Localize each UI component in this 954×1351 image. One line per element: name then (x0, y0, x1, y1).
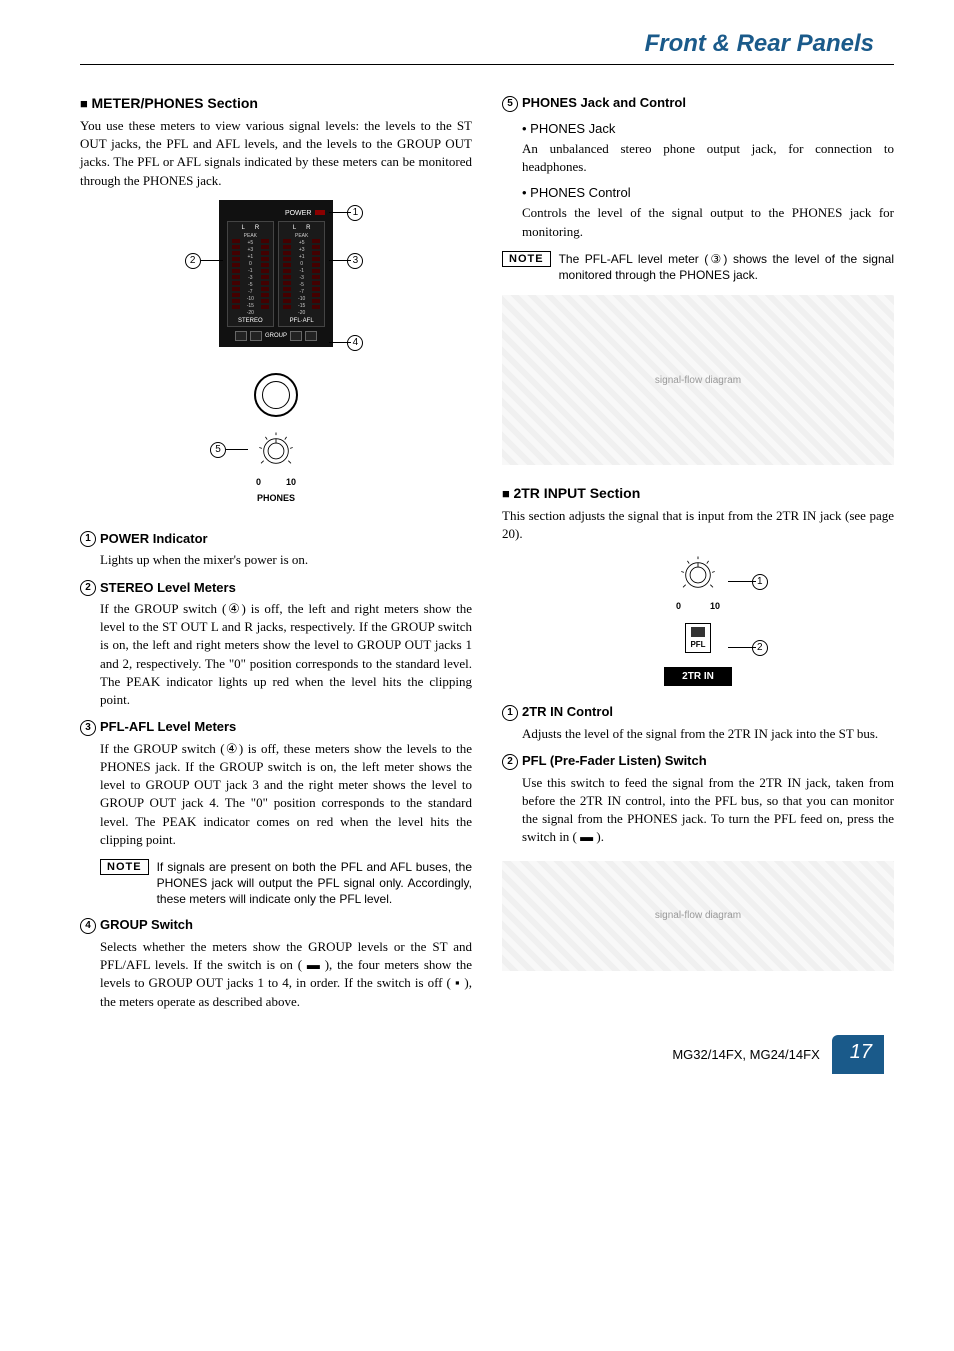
phones-control-subhead: • PHONES Control (522, 184, 894, 202)
phones-block-diagram: signal-flow diagram (502, 295, 894, 465)
item-4-head: 4GROUP Switch (80, 917, 472, 934)
pflafl-meter-block: L R PEAK +5 +3 +1 (278, 221, 325, 327)
item-5-head: 5PHONES Jack and Control (502, 95, 894, 112)
twotr-item-2-body: Use this switch to feed the signal from … (522, 774, 894, 847)
power-label: POWER (285, 210, 311, 217)
phones-label: PHONES (254, 493, 298, 503)
item-1-head: 1POWER Indicator (80, 531, 472, 548)
phones-control-body: Controls the level of the signal output … (522, 204, 894, 240)
pflafl-r: R (306, 225, 310, 231)
item-2-head: 2STEREO Level Meters (80, 580, 472, 597)
stereo-l: L (241, 225, 244, 231)
page-number: 17 (832, 1035, 884, 1074)
item-3-head: 3PFL-AFL Level Meters (80, 719, 472, 736)
note-2-label: NOTE (502, 251, 551, 267)
pfl-label: PFL (690, 640, 705, 649)
pfl-button-icon (691, 627, 705, 637)
twotr-bar-label: 2TR IN (664, 667, 732, 686)
twotr-item-1-body: Adjusts the level of the signal from the… (522, 725, 894, 743)
item-2-body: If the GROUP switch (④) is off, the left… (100, 600, 472, 709)
twotr-item-1-head: 12TR IN Control (502, 704, 894, 721)
twotr-item-2-head: 2PFL (Pre-Fader Listen) Switch (502, 753, 894, 770)
note-2-text: The PFL-AFL level meter (③) shows the le… (559, 251, 894, 283)
item-1-body: Lights up when the mixer's power is on. (100, 551, 472, 569)
note-1-text: If signals are present on both the PFL a… (157, 859, 472, 908)
stereo-sub-label: STEREO (232, 318, 269, 324)
group-switch-off-icon (235, 331, 247, 341)
meter-panel-figure: POWER L R (219, 200, 334, 347)
meter-phones-intro: You use these meters to view various sig… (80, 117, 472, 190)
twotr-panel-figure: 0 10 PFL 2TR IN (664, 553, 732, 686)
item-3-body: If the GROUP switch (④) is off, these me… (100, 740, 472, 849)
twotr-block-diagram: signal-flow diagram (502, 861, 894, 971)
power-led-icon (315, 210, 325, 215)
item-4-body: Selects whether the meters show the GROU… (100, 938, 472, 1011)
knob-max: 10 (286, 477, 296, 487)
group-switch-icon-2 (290, 331, 302, 341)
footer-model: MG32/14FX, MG24/14FX (672, 1047, 819, 1062)
meter-phones-heading: METER/PHONES Section (80, 95, 472, 111)
group-switch-icon-3 (305, 331, 317, 341)
twotr-heading: 2TR INPUT Section (502, 485, 894, 501)
twotr-knob-max: 10 (710, 601, 720, 611)
group-label: GROUP (265, 333, 287, 339)
phones-jack-subhead: • PHONES Jack (522, 120, 894, 138)
pflafl-l: L (293, 225, 296, 231)
phones-knob-icon (254, 429, 298, 473)
knob-min: 0 (256, 477, 261, 487)
twotr-knob-icon (676, 553, 720, 597)
stereo-meter-block: L R PEAK +5 +3 +1 (227, 221, 274, 327)
phones-panel-figure: 0 10 PHONES (244, 363, 308, 513)
phones-jack-body: An unbalanced stereo phone output jack, … (522, 140, 894, 176)
pfl-switch-figure: PFL (685, 623, 710, 653)
stereo-r: R (255, 225, 259, 231)
twotr-intro: This section adjusts the signal that is … (502, 507, 894, 543)
group-switch-on-icon (250, 331, 262, 341)
page-header: Front & Rear Panels (80, 30, 894, 65)
phones-jack-icon (254, 373, 298, 417)
note-1-label: NOTE (100, 859, 149, 875)
twotr-knob-min: 0 (676, 601, 681, 611)
pflafl-sub-label: PFL·AFL (283, 318, 320, 324)
